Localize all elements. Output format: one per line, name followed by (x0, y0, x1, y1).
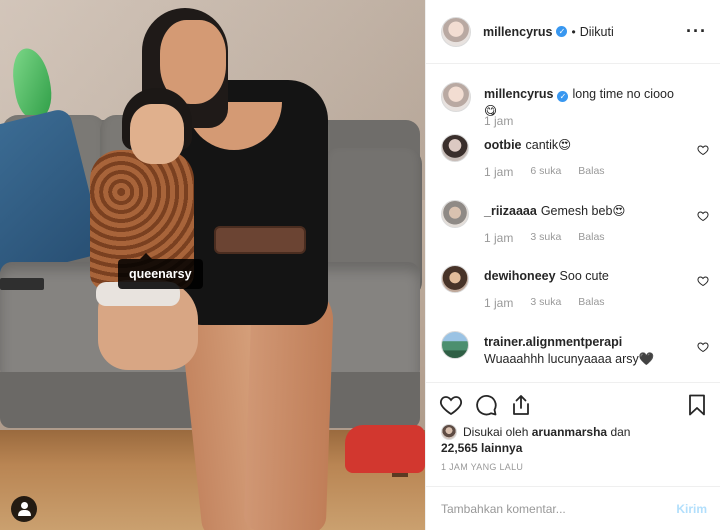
comment-body: trainer.alignmentperapi Wuaaahhh lucunyaa… (484, 334, 684, 368)
commenter-avatar[interactable] (441, 134, 469, 162)
commenter-username[interactable]: dewihoneey (484, 269, 556, 283)
commenter-avatar[interactable] (441, 265, 469, 293)
comments-list[interactable]: millencyrus ✓ long time no ciooo😋 1 jam oo… (426, 64, 720, 382)
send-button[interactable]: Kirim (676, 502, 707, 516)
likes-summary: Disukai oleh aruanmarsha dan 22,565 lain… (441, 424, 711, 456)
caption-row: millencyrus ✓ long time no ciooo😋 1 jam (441, 82, 709, 142)
likes-prefix: Disukai oleh (463, 425, 529, 439)
heart-outline-icon[interactable] (697, 341, 709, 353)
comment-reply-button[interactable]: Balas (578, 231, 604, 245)
comment-body: dewihoneey Soo cute (484, 268, 684, 285)
comment-like-count[interactable]: 3 suka (530, 296, 561, 310)
comment-meta: 1 jam 3 suka Balas (484, 231, 622, 245)
comment-time[interactable]: 1 jam (484, 165, 513, 179)
share-icon[interactable] (509, 393, 533, 417)
photo-handbag (214, 226, 306, 254)
comment-meta: 1 jam 3 suka Balas (484, 296, 622, 310)
instagram-post: queenarsy millencyrus ✓ • Diikuti ··· mi… (0, 0, 720, 530)
ellipsis-icon[interactable]: ··· (686, 22, 707, 40)
user-tag-icon[interactable] (11, 496, 37, 522)
header-separator: • (571, 24, 576, 39)
commenter-avatar[interactable] (441, 331, 469, 359)
comment-row: _riizaaaa Gemesh beb😍 1 jam 3 suka Balas (441, 200, 709, 260)
caption-time[interactable]: 1 jam (484, 114, 513, 128)
author-username[interactable]: millencyrus (483, 25, 552, 39)
photo-child-face (130, 104, 184, 164)
comment-reply-button[interactable]: Balas (578, 296, 604, 310)
caption-username[interactable]: millencyrus (484, 87, 553, 101)
comment-meta: 1 jam 6 suka Balas (484, 165, 622, 179)
comment-composer: Kirim (426, 486, 720, 530)
likes-conjunction: dan (610, 425, 631, 439)
comment-body: _riizaaaa Gemesh beb😍 (484, 203, 684, 220)
comment-like-count[interactable]: 6 suka (530, 165, 561, 179)
author-avatar[interactable] (441, 16, 471, 47)
comment-time[interactable]: 1 jam (484, 231, 513, 245)
comment-reply-button[interactable]: Balas (578, 165, 604, 179)
comment-like-count[interactable]: 3 suka (530, 231, 561, 245)
post-side-panel: millencyrus ✓ • Diikuti ··· millencyrus ✓… (425, 0, 720, 530)
comment-row: trainer.alignmentperapi Wuaaahhh lucunyaa… (441, 331, 709, 381)
post-header: millencyrus ✓ • Diikuti ··· (426, 0, 720, 64)
comment-text: Soo cute (559, 269, 609, 283)
heart-icon[interactable] (439, 393, 463, 417)
comment-icon[interactable] (474, 393, 498, 417)
comment-text: cantik😍 (525, 138, 572, 152)
comment-row: dewihoneey Soo cute 1 jam 3 suka Balas (441, 265, 709, 325)
user-silhouette-shoulders (18, 510, 31, 516)
liker-avatar[interactable] (441, 424, 457, 440)
comment-body: ootbie cantik😍 (484, 137, 684, 154)
post-action-bar (426, 382, 720, 422)
heart-outline-icon[interactable] (697, 275, 709, 287)
photo-phone (0, 278, 44, 290)
comment-row: ootbie cantik😍 1 jam 6 suka Balas (441, 134, 709, 194)
photo-red-toy (345, 425, 425, 473)
heart-outline-icon[interactable] (697, 144, 709, 156)
verified-badge-icon: ✓ (557, 91, 569, 102)
commenter-username[interactable]: trainer.alignmentperapi (484, 334, 680, 351)
likes-others-link[interactable]: 22,565 lainnya (441, 440, 711, 456)
verified-badge-icon: ✓ (556, 26, 568, 37)
post-photo[interactable]: queenarsy (0, 0, 425, 530)
comment-time[interactable]: 1 jam (484, 296, 513, 310)
commenter-username[interactable]: _riizaaaa (484, 204, 537, 218)
caption-meta: 1 jam (484, 114, 530, 128)
liker-username[interactable]: aruanmarsha (532, 425, 607, 439)
user-tag-label[interactable]: queenarsy (118, 253, 203, 289)
comment-text: Wuaaahhh lucunyaaaa arsy🖤 (484, 352, 655, 366)
commenter-avatar[interactable] (441, 200, 469, 228)
comment-input[interactable] (441, 499, 661, 519)
heart-outline-icon[interactable] (697, 210, 709, 222)
post-timestamp[interactable]: 1 JAM YANG LALU (441, 462, 523, 472)
commenter-username[interactable]: ootbie (484, 138, 522, 152)
caption-avatar[interactable] (441, 82, 471, 112)
user-silhouette-head (21, 502, 28, 509)
follow-button[interactable]: Diikuti (580, 25, 614, 39)
bookmark-icon[interactable] (685, 393, 709, 417)
comment-text: Gemesh beb😍 (540, 204, 626, 218)
